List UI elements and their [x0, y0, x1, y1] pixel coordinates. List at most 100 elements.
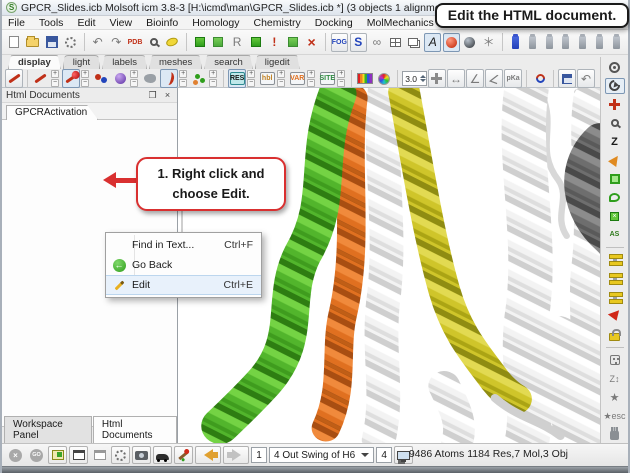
slide-settings-button[interactable] [111, 446, 130, 464]
menu-homology[interactable]: Homology [192, 17, 239, 29]
previous-slide-button[interactable] [195, 446, 221, 464]
display-wire-button[interactable] [32, 69, 50, 88]
next-slide-button[interactable] [223, 446, 249, 464]
menu-edit[interactable]: Edit [77, 17, 95, 29]
measure-angle-button[interactable]: ∠ [466, 69, 484, 88]
label-sites-button[interactable]: SITE [318, 69, 336, 88]
smooth-shade-button[interactable] [443, 33, 460, 52]
panel-float-button[interactable]: ❐ [147, 90, 158, 101]
stereo-toggle-button[interactable]: S [350, 33, 367, 52]
grab-tool-button[interactable] [605, 426, 625, 443]
display-cpk-button[interactable] [111, 69, 129, 88]
favorites-esc-button[interactable]: ★esc [605, 408, 625, 425]
lock-button[interactable] [605, 326, 625, 343]
movie-button[interactable] [153, 446, 172, 464]
restrain-3-button[interactable] [605, 289, 625, 306]
pillar-style-4-button[interactable] [558, 34, 573, 51]
clone-object-button[interactable] [210, 33, 227, 52]
ribbon-plus-minus[interactable]: +− [179, 70, 187, 87]
wire-all-button[interactable] [5, 69, 23, 88]
connect-object-button[interactable] [247, 33, 264, 52]
slide-select-dropdown[interactable]: 4 Out Swing of H6 [269, 447, 374, 463]
spinner-arrows-icon[interactable] [420, 75, 426, 82]
disconnect-object-button[interactable] [285, 33, 302, 52]
effects-wand-button[interactable]: ＊ [480, 33, 497, 52]
flat-shade-button[interactable] [462, 33, 479, 52]
measure-distance-button[interactable]: ↔ [447, 69, 465, 88]
impose-button[interactable] [605, 308, 625, 325]
tab-labels[interactable]: labels [102, 55, 147, 69]
skeleton-plus-minus[interactable]: +− [209, 70, 217, 87]
slide-show-button[interactable] [48, 446, 67, 464]
menu-bioinfo[interactable]: Bioinfo [146, 17, 178, 29]
flashlight-button[interactable] [605, 152, 625, 169]
randomize-button[interactable] [605, 352, 625, 369]
undo-button[interactable]: ↶ [89, 33, 106, 52]
select-box-button[interactable] [605, 171, 625, 188]
restrain-2-button[interactable] [605, 271, 625, 288]
tab-ligedit[interactable]: ligedit [255, 55, 300, 69]
menu-item-go-back[interactable]: ← Go Back [106, 255, 261, 275]
selection-radius-spinner[interactable]: 3.0 [402, 71, 427, 86]
redo-button[interactable]: ↷ [108, 33, 125, 52]
slide-number-field[interactable]: 1 [251, 447, 267, 463]
display-stick-button[interactable] [62, 69, 80, 88]
measure-dihedral-button[interactable]: ∠ [485, 69, 503, 88]
tab-html-documents[interactable]: Html Documents [93, 416, 177, 443]
open-file-button[interactable] [25, 33, 42, 52]
center-view-button[interactable] [605, 59, 625, 76]
save-view-button[interactable] [558, 69, 576, 88]
snapshot-button[interactable] [132, 446, 151, 464]
menu-docking[interactable]: Docking [315, 17, 353, 29]
label-atoms-button[interactable]: hbl [258, 69, 276, 88]
atom-plus-minus[interactable]: +− [277, 70, 285, 87]
pillar-style-2-button[interactable] [525, 34, 540, 51]
menu-molmechanics[interactable]: MolMechanics [367, 17, 434, 29]
pillar-style-6-button[interactable] [592, 34, 607, 51]
rotate-tool-button[interactable] [605, 78, 625, 95]
display-surface-button[interactable] [141, 69, 159, 88]
stick-plus-minus[interactable]: +− [81, 70, 89, 87]
pdb-search-button[interactable]: PDB [127, 33, 144, 52]
var-plus-minus[interactable]: +− [307, 70, 315, 87]
glasses-button[interactable]: ∞ [369, 33, 386, 52]
wire-plus-minus[interactable]: +− [51, 70, 59, 87]
find-button[interactable] [145, 33, 162, 52]
tile-windows-button[interactable] [387, 33, 404, 52]
pillar-style-7-button[interactable] [609, 34, 624, 51]
panel-close-button[interactable]: × [162, 90, 173, 101]
pillar-style-3-button[interactable] [542, 34, 557, 51]
pillar-style-1-button[interactable] [508, 34, 523, 51]
deselect-button[interactable]: × [605, 208, 625, 225]
display-ribbon-button[interactable] [160, 69, 178, 88]
new-document-button[interactable] [6, 33, 23, 52]
menu-item-edit[interactable]: Edit Ctrl+E [106, 275, 261, 295]
slide-count-field[interactable]: 4 [376, 447, 392, 463]
z-sort-button[interactable]: Z↕ [605, 371, 625, 388]
menu-item-find-in-text[interactable]: Find in Text... Ctrl+F [106, 235, 261, 255]
label-variables-button[interactable]: VAR [288, 69, 306, 88]
res-plus-minus[interactable]: +− [247, 70, 255, 87]
fullscreen-button[interactable] [69, 446, 88, 464]
site-plus-minus[interactable]: +− [337, 70, 345, 87]
menu-view[interactable]: View [110, 17, 133, 29]
select-as-button[interactable]: AS [605, 226, 625, 243]
cpk-plus-minus[interactable]: +− [130, 70, 138, 87]
label-residues-button[interactable]: RES [228, 69, 246, 88]
fullscreen-alt-button[interactable] [90, 446, 109, 464]
go-button[interactable]: GO [27, 446, 46, 464]
favorites-button[interactable]: ★ [605, 389, 625, 406]
highlight-button[interactable] [164, 33, 181, 52]
stop-button[interactable]: × [6, 446, 25, 464]
measure-expand-button[interactable] [428, 69, 446, 88]
display-skeleton-button[interactable] [190, 69, 208, 88]
restore-view-button[interactable]: ↶ [577, 69, 595, 88]
select-lasso-button[interactable] [605, 189, 625, 206]
tab-search[interactable]: search [204, 55, 253, 69]
zoom-tool-button[interactable] [605, 115, 625, 132]
cascade-windows-button[interactable] [406, 33, 423, 52]
delete-object-button[interactable]: × [303, 33, 320, 52]
z-rotate-tool-button[interactable]: Z [605, 133, 625, 150]
pillar-style-5-button[interactable] [575, 34, 590, 51]
new-object-button[interactable] [192, 33, 209, 52]
